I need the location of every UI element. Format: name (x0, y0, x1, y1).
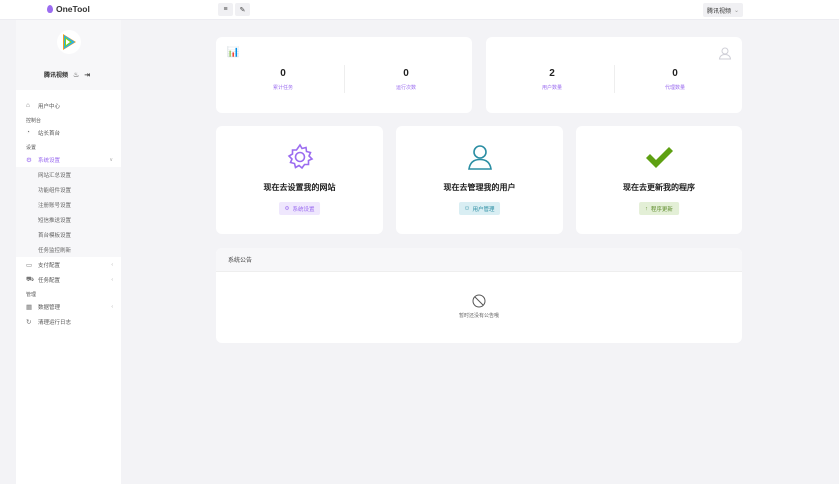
stat-label: 累计任务 (272, 85, 293, 91)
action-card-users: 现在去管理我的用户 ⚇ 用户管理 (396, 126, 563, 234)
button-label: 系统设置 (292, 206, 315, 213)
theme-brush-button[interactable]: ✎ (235, 3, 250, 16)
sidebar-item-data-manage[interactable]: ▦ 数据管理 ‹ (16, 299, 121, 314)
arrow-up-icon: ↑ (645, 205, 648, 212)
flame-icon[interactable]: ♨ (73, 71, 79, 79)
logo-drop-icon (47, 5, 53, 13)
empty-state-icon (216, 294, 742, 310)
system-settings-button[interactable]: ⚙ 系统设置 (278, 202, 321, 215)
menu-icon: ≡ (223, 6, 228, 13)
chevron-left-icon: ‹ (111, 261, 113, 268)
profile-panel: 腾讯视频 ♨ ⇥ (16, 20, 121, 90)
stat-value: 2 (549, 68, 555, 79)
user-icon (718, 46, 732, 63)
stat-value: 0 (280, 68, 286, 79)
sidebar-item-task-config[interactable]: ⛟ 任务配置 ‹ (16, 272, 121, 287)
sidebar-item-label: 清理运行日志 (38, 319, 72, 326)
chevron-left-icon: ‹ (111, 303, 113, 310)
check-icon (644, 146, 674, 172)
tencent-video-logo-icon (58, 31, 80, 53)
sidebar-menu: ⌂ 用户中心 控制台 ◔ 站长首台 设置 ⚙ 系统设置 ∨ 网站汇总设置 功能组… (16, 90, 121, 329)
user-management-button[interactable]: ⚇ 用户管理 (458, 202, 501, 215)
chart-icon: ▦ (26, 303, 33, 311)
divider (344, 65, 345, 93)
sidebar-item-label: 用户中心 (38, 103, 61, 110)
stat-value: 0 (403, 68, 409, 79)
action-card-settings: 现在去设置我的网站 ⚙ 系统设置 (216, 126, 383, 234)
dashboard-icon: ◔ (26, 129, 30, 136)
app-name: OneTool (56, 4, 90, 14)
menu-toggle-button[interactable]: ≡ (218, 3, 233, 16)
profile-name: 腾讯视频 (44, 73, 69, 79)
sidebar: 腾讯视频 ♨ ⇥ ⌂ 用户中心 控制台 ◔ 站长首台 设置 ⚙ 系统设置 ∨ 网… (16, 20, 121, 484)
sidebar-item-label: 支付配置 (38, 262, 61, 269)
action-card-update: 现在去更新我的程序 ↑ 程序更新 (576, 126, 742, 234)
button-label: 用户管理 (472, 206, 495, 213)
notice-header: 系统公告 (216, 248, 742, 272)
empty-state-text: 暂时还没有公告哦 (458, 313, 499, 319)
submenu-item[interactable]: 网站汇总设置 (16, 167, 121, 182)
gear-icon: ⚙ (26, 156, 32, 164)
stat-label: 代理数量 (664, 85, 685, 91)
stats-card-users: 2 用户数量 0 代理数量 (486, 37, 742, 113)
sidebar-item-label: 系统设置 (38, 157, 61, 164)
section-manage: 管理 (26, 292, 37, 298)
submenu-item[interactable]: 功能组件设置 (16, 182, 121, 197)
bar-chart-icon: 📊 (227, 47, 240, 58)
user-dropdown-label: 腾讯视频 (706, 8, 731, 15)
action-title: 现在去更新我的程序 (623, 183, 695, 192)
sidebar-item-system-settings[interactable]: ⚙ 系统设置 ∨ (16, 152, 121, 167)
sidebar-item-label: 任务配置 (38, 277, 61, 284)
stat-label: 运行次数 (395, 85, 416, 91)
payment-card-icon: ▭ (26, 261, 33, 269)
stats-card-tasks: 📊 0 累计任务 0 运行次数 (216, 37, 472, 113)
sidebar-item-label: 站长首台 (38, 130, 61, 137)
sidebar-item-clear-cache[interactable]: ↻ 清理运行日志 (16, 314, 121, 329)
section-settings: 设置 (26, 145, 37, 151)
app-logo[interactable]: OneTool (47, 4, 90, 14)
stat-value: 0 (672, 68, 678, 79)
section-console: 控制台 (26, 118, 42, 124)
button-label: 程序更新 (650, 206, 673, 213)
chevron-down-icon: ⌄ (733, 7, 739, 14)
chevron-left-icon: ‹ (111, 276, 113, 283)
program-update-button[interactable]: ↑ 程序更新 (639, 202, 679, 215)
users-icon: ⚇ (464, 205, 470, 212)
avatar[interactable] (57, 30, 81, 54)
action-title: 现在去设置我的网站 (263, 183, 336, 192)
sidebar-item-site-dashboard[interactable]: ◔ 站长首台 (16, 125, 121, 140)
profile-name-row: 腾讯视频 ♨ ⇥ (44, 70, 90, 80)
gear-icon (286, 143, 314, 173)
cart-icon: ⛟ (26, 276, 35, 283)
stat-label: 用户数量 (541, 85, 562, 91)
home-icon: ⌂ (26, 102, 30, 109)
gear-icon: ⚙ (284, 205, 290, 212)
sidebar-item-label: 数据管理 (38, 304, 61, 311)
submenu-item[interactable]: 任务监控刷新 (16, 242, 121, 257)
sidebar-item-payment-config[interactable]: ▭ 支付配置 ‹ (16, 257, 121, 272)
logout-icon[interactable]: ⇥ (84, 71, 90, 79)
sidebar-item-user-center[interactable]: ⌂ 用户中心 (16, 98, 121, 113)
notice-card: 系统公告 暂时还没有公告哦 (216, 248, 742, 343)
top-bar: OneTool ≡ ✎ 腾讯视频 ⌄ (0, 0, 839, 20)
notice-title: 系统公告 (228, 258, 253, 264)
divider (614, 65, 615, 93)
brush-icon: ✎ (239, 6, 246, 14)
user-icon (466, 143, 494, 173)
action-title: 现在去管理我的用户 (443, 183, 516, 192)
submenu-item[interactable]: 短信推送设置 (16, 212, 121, 227)
submenu-item[interactable]: 注册账号设置 (16, 197, 121, 212)
user-dropdown[interactable]: 腾讯视频 ⌄ (702, 3, 743, 17)
submenu-item[interactable]: 首台模板设置 (16, 227, 121, 242)
refresh-icon: ↻ (26, 318, 32, 326)
chevron-down-icon: ∨ (109, 156, 113, 163)
